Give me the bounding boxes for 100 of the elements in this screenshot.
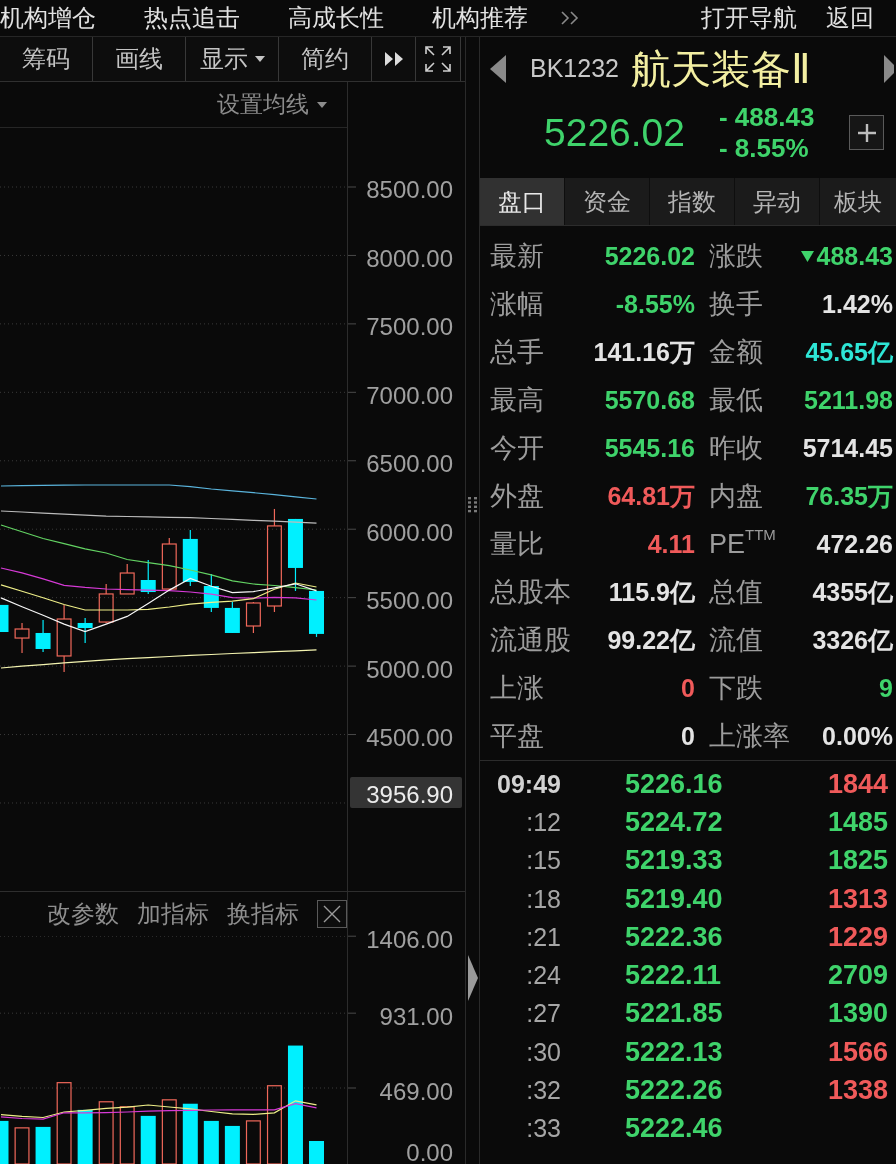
quote-value: 4.11 [647, 529, 695, 559]
volume-bar [14, 1127, 30, 1164]
trade-volume: 1566 [827, 1036, 888, 1068]
trade-price: 5226.16 [625, 768, 723, 800]
candle [140, 559, 156, 595]
nav-link[interactable]: 热点追击 [144, 4, 240, 32]
nav-link[interactable]: 打开导航 [701, 4, 797, 32]
price-tag: 3956.90 [350, 777, 462, 808]
quote-value: -8.55% [615, 289, 695, 319]
trade-time: :33 [526, 1114, 561, 1144]
quote-value: 0 [681, 673, 695, 703]
moving-average-dropdown[interactable]: 设置均线 [217, 89, 327, 120]
quote-label: 总手 [490, 336, 544, 369]
trade-time: :27 [526, 999, 561, 1029]
quote-value: 141.16万 [593, 336, 695, 368]
quote-value: 5714.45 [802, 433, 893, 463]
volume-bar [35, 1126, 51, 1164]
volume-bar [0, 1120, 9, 1164]
quote-value: 99.22亿 [607, 624, 695, 656]
indicator-action[interactable]: 改参数 [47, 898, 119, 930]
nav-link[interactable]: 高成长性 [288, 4, 384, 32]
trade-volume: 1844 [827, 768, 888, 800]
trade-price: 5222.13 [625, 1036, 723, 1068]
quote-label: 外盘 [490, 480, 544, 513]
quote-value: 5226.02 [604, 241, 695, 271]
quote-value: 5545.16 [604, 433, 695, 463]
indicator-action[interactable]: 换指标 [227, 898, 299, 930]
quote-label: PE$^{TTM}$ [709, 528, 776, 560]
panel-tab[interactable]: 盘口 [480, 178, 565, 225]
axis-label: 8500.00 [366, 176, 453, 204]
trade-time: 09:49 [497, 769, 561, 799]
trade-price: 5224.72 [625, 806, 723, 838]
quote-value: 472.26 [816, 529, 893, 559]
nav-link[interactable]: 机构增仓 [0, 4, 96, 32]
caret-icon [317, 101, 327, 108]
axis-label: 469.00 [379, 1077, 453, 1105]
axis-label: 931.00 [379, 1002, 453, 1030]
quote-value: 76.35万 [805, 480, 893, 512]
trade-time: :32 [526, 1076, 561, 1105]
trade-price: 5219.33 [625, 845, 723, 877]
axis-label: 5000.00 [366, 655, 453, 683]
add-button[interactable] [849, 115, 884, 150]
collapse-handle-icon[interactable] [467, 955, 478, 1001]
quote-label: 昨收 [709, 432, 763, 465]
axis-label: 0.00 [406, 1138, 453, 1164]
quote-value: 45.65亿 [805, 336, 893, 368]
indicator-action[interactable]: 加指标 [137, 898, 209, 930]
trade-volume: 1229 [827, 921, 888, 953]
trade-price: 5222.46 [625, 1113, 723, 1145]
candle [182, 529, 198, 587]
quote-label: 换手 [709, 288, 763, 321]
volume-bar [119, 1106, 135, 1164]
candle [161, 537, 177, 591]
trade-volume: 1338 [827, 1075, 888, 1106]
trade-time: :15 [526, 846, 561, 876]
quote-label: 最高 [490, 384, 544, 417]
candle [35, 619, 51, 653]
trade-price: 5222.11 [625, 960, 722, 992]
double-triangle-icon [384, 52, 403, 66]
quote-label: 总股本 [490, 576, 571, 609]
quote-label: 平盘 [490, 720, 544, 753]
close-button[interactable] [317, 900, 347, 928]
quote-label: 流通股 [490, 624, 571, 657]
quote-label: 下跌 [709, 672, 763, 705]
last-price: 5226.02 [544, 110, 685, 155]
next-triangle-icon[interactable] [884, 54, 894, 83]
trade-time: :18 [526, 884, 561, 914]
nav-link[interactable]: 返回 [826, 4, 874, 32]
trade-volume: 1485 [827, 806, 888, 838]
quote-value: 488.43 [816, 241, 893, 271]
quote-label: 最新 [490, 240, 544, 273]
quote-value: 1.42% [822, 289, 893, 319]
candle [0, 604, 9, 632]
price-change: - 488.43 [719, 103, 815, 131]
axis-label: 7000.00 [366, 381, 453, 409]
candle [245, 601, 261, 634]
quote-value: 115.9亿 [608, 576, 695, 608]
axis-label: 6000.00 [366, 518, 453, 546]
expand-arrows-icon [425, 46, 451, 72]
axis-label: 7500.00 [366, 313, 453, 341]
double-chevron-icon[interactable] [561, 11, 579, 25]
volume-bar [245, 1120, 261, 1164]
trade-time: :24 [526, 961, 561, 991]
trade-time: :21 [526, 922, 561, 952]
trade-price: 5221.85 [625, 998, 723, 1030]
sector-code: BK1232 [530, 54, 619, 83]
grip-icon[interactable] [468, 497, 477, 513]
quote-label: 今开 [490, 432, 544, 465]
trade-volume: 1390 [827, 998, 888, 1030]
volume-bar [140, 1115, 156, 1164]
candle [98, 583, 114, 624]
nav-link[interactable]: 机构推荐 [432, 4, 528, 32]
quote-value: 5570.68 [604, 385, 695, 415]
trade-price: 5222.36 [625, 921, 723, 953]
quote-value: 3326亿 [812, 624, 893, 656]
axis-label: 4500.00 [366, 724, 453, 752]
previous-triangle-icon[interactable] [490, 54, 506, 83]
axis-label: 6500.00 [366, 450, 453, 478]
quote-label: 量比 [490, 528, 544, 561]
quote-label: 内盘 [709, 480, 763, 513]
